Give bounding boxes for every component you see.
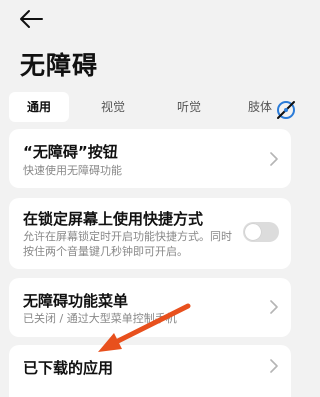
toggle-knob xyxy=(245,224,261,240)
item-title-lockscreen-shortcut: 在锁定屏幕上使用快捷方式 xyxy=(23,210,204,228)
item-subtitle-line-2: 按住两个音量键几秒钟即可开启。 xyxy=(23,245,188,258)
tab-bar: 通用 视觉 听觉 肢体 xyxy=(9,92,300,122)
item-title-accessibility-button: “无障碍”按钮 xyxy=(23,143,118,161)
item-subtitle-accessibility-button: 快速使用无障碍功能 xyxy=(23,164,122,177)
card-accessibility-menu[interactable]: 无障碍功能菜单 已关闭 / 通过大型菜单控制手机 xyxy=(9,278,291,337)
tab-physical[interactable]: 肢体 xyxy=(243,92,277,122)
item-subtitle-line-1: 允许在屏幕锁定时开启功能快捷方式。同时 xyxy=(23,230,232,243)
item-title-downloaded-apps: 已下载的应用 xyxy=(23,359,114,377)
page-title: 无障碍 xyxy=(20,51,99,80)
back-arrow-icon[interactable] xyxy=(18,8,44,30)
card-lockscreen-shortcut: 在锁定屏幕上使用快捷方式 允许在屏幕锁定时开启功能快捷方式。同时 按住两个音量键… xyxy=(9,198,291,269)
edge-swipe-icon xyxy=(277,101,295,119)
chevron-right-icon xyxy=(270,152,278,166)
tab-general[interactable]: 通用 xyxy=(9,92,69,122)
card-accessibility-button[interactable]: “无障碍”按钮 快速使用无障碍功能 xyxy=(9,129,291,188)
lockscreen-shortcut-toggle[interactable] xyxy=(243,222,279,242)
card-downloaded-apps[interactable]: 已下载的应用 xyxy=(9,345,291,397)
chevron-right-icon xyxy=(270,359,278,373)
chevron-right-icon xyxy=(270,300,278,314)
item-title-accessibility-menu: 无障碍功能菜单 xyxy=(23,292,129,310)
tab-vision[interactable]: 视觉 xyxy=(91,92,135,122)
tab-hearing[interactable]: 听觉 xyxy=(167,92,211,122)
item-subtitle-accessibility-menu: 已关闭 / 通过大型菜单控制手机 xyxy=(23,312,177,325)
